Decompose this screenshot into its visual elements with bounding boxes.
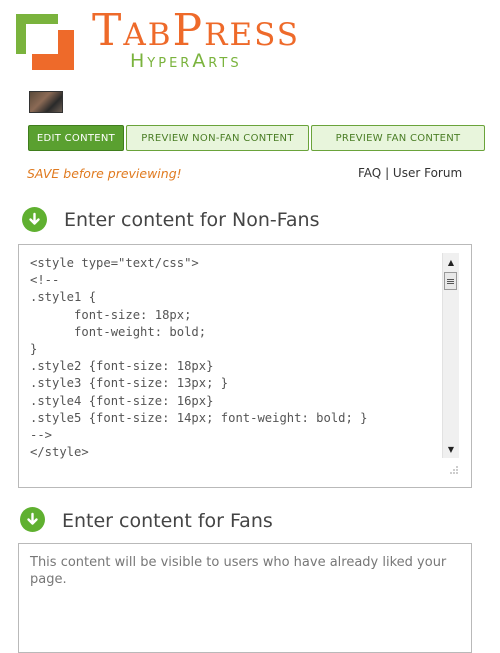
scroll-thumb[interactable] (444, 272, 457, 290)
logo-icon (16, 14, 74, 70)
scroll-up-icon[interactable]: ▲ (443, 255, 459, 269)
fans-heading: Enter content for Fans (62, 510, 273, 532)
fans-content[interactable]: This content will be visible to users wh… (30, 554, 460, 588)
link-separator: | (381, 166, 393, 180)
brand-title: TabPress (92, 5, 301, 56)
tab-preview-fan[interactable]: PREVIEW FAN CONTENT (311, 125, 485, 151)
user-forum-link[interactable]: User Forum (393, 166, 462, 180)
save-notice: SAVE before previewing! (27, 166, 182, 181)
faq-link[interactable]: FAQ (358, 166, 381, 180)
help-links: FAQ | User Forum (358, 166, 462, 180)
brand-subtitle: HyperArts (130, 50, 242, 72)
tab-edit-content[interactable]: EDIT CONTENT (28, 125, 124, 151)
avatar (29, 91, 63, 113)
down-arrow-icon (22, 207, 47, 232)
editor-scrollbar[interactable]: ▲ ▼ (442, 253, 459, 458)
down-arrow-icon (20, 507, 45, 532)
non-fans-heading: Enter content for Non-Fans (64, 209, 320, 231)
scroll-down-icon[interactable]: ▼ (443, 442, 459, 456)
non-fans-editor[interactable]: <style type="text/css"> <!-- .style1 { f… (18, 244, 472, 488)
tab-preview-non-fan[interactable]: PREVIEW NON-FAN CONTENT (126, 125, 309, 151)
resize-grip-icon[interactable] (449, 465, 459, 475)
non-fans-code[interactable]: <style type="text/css"> <!-- .style1 { f… (30, 255, 368, 461)
